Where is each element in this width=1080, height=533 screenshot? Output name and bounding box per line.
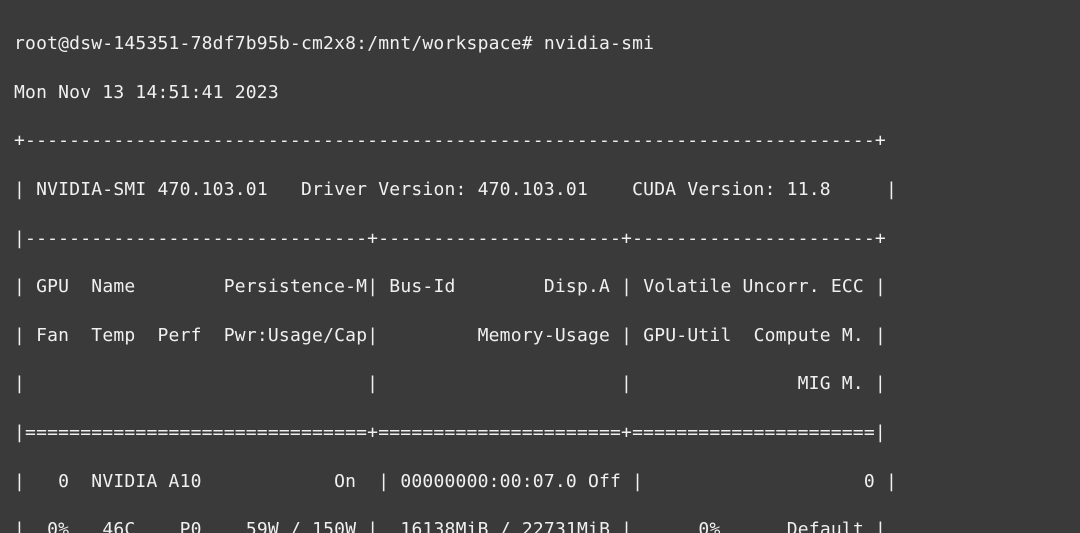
gpu-index: 0 [58, 471, 69, 492]
box-eq-sep: |===============================+=======… [14, 421, 1066, 445]
driver-version: 470.103.01 [478, 179, 588, 200]
cuda-version: 11.8 [787, 179, 831, 200]
smi-version-label: NVIDIA-SMI [36, 179, 146, 200]
gpu-fan: 0% [47, 519, 69, 533]
gpu-bus-id: 00000000:00:07.0 [400, 471, 577, 492]
command-text: nvidia-smi [544, 33, 654, 54]
prompt-line[interactable]: root@dsw-145351-78df7b95b-cm2x8:/mnt/wor… [14, 32, 1066, 56]
gpu-ecc: 0 [864, 471, 875, 492]
smi-version: 470.103.01 [158, 179, 268, 200]
gpu-row-2: | 0% 46C P0 59W / 150W | 16138MiB / 2273… [14, 518, 1066, 533]
gpu-power-cap: 150W [312, 519, 356, 533]
prompt-user-host: root@dsw-145351-78df7b95b-cm2x8 [14, 33, 356, 54]
col-name: Name [91, 276, 135, 297]
gpu-disp-a: Off [588, 471, 621, 492]
header-row-1: | GPU Name Persistence-M| Bus-Id Disp.A … [14, 275, 1066, 299]
col-persistence-m: Persistence-M [224, 276, 367, 297]
cuda-version-label: CUDA Version: [632, 179, 775, 200]
version-line: | NVIDIA-SMI 470.103.01 Driver Version: … [14, 178, 1066, 202]
driver-version-label: Driver Version: [301, 179, 467, 200]
prompt-separator: # [522, 33, 533, 54]
col-perf: Perf [158, 325, 202, 346]
col-bus-id: Bus-Id [389, 276, 455, 297]
header-row-2: | Fan Temp Perf Pwr:Usage/Cap| Memory-Us… [14, 324, 1066, 348]
gpu-name: NVIDIA A10 [91, 471, 201, 492]
gpu-persistence: On [334, 471, 356, 492]
col-compute-m: Compute M. [754, 325, 864, 346]
terminal-output: root@dsw-145351-78df7b95b-cm2x8:/mnt/wor… [0, 0, 1080, 533]
gpu-util: 0% [698, 519, 720, 533]
box-header-sep: |-------------------------------+-------… [14, 227, 1066, 251]
gpu-mem-used: 16138MiB [400, 519, 488, 533]
col-memory-usage: Memory-Usage [478, 325, 610, 346]
col-pwr: Pwr:Usage/Cap [224, 325, 367, 346]
gpu-power-usage: 59W [246, 519, 279, 533]
col-gpu-util: GPU-Util [643, 325, 731, 346]
prompt-cwd: /mnt/workspace [367, 33, 522, 54]
timestamp-line: Mon Nov 13 14:51:41 2023 [14, 81, 1066, 105]
gpu-perf: P0 [180, 519, 202, 533]
header-row-3: | | | MIG M. | [14, 372, 1066, 396]
gpu-mem-total: 22731MiB [522, 519, 610, 533]
col-mig-m: MIG M. [798, 373, 864, 394]
col-volatile-uncorr-ecc: Volatile Uncorr. ECC [643, 276, 864, 297]
col-disp-a: Disp.A [544, 276, 610, 297]
col-fan: Fan [36, 325, 69, 346]
col-gpu: GPU [36, 276, 69, 297]
box-top: +---------------------------------------… [14, 129, 1066, 153]
col-temp: Temp [91, 325, 135, 346]
gpu-compute-mode: Default [787, 519, 864, 533]
gpu-temp: 46C [102, 519, 135, 533]
gpu-row-1: | 0 NVIDIA A10 On | 00000000:00:07.0 Off… [14, 470, 1066, 494]
